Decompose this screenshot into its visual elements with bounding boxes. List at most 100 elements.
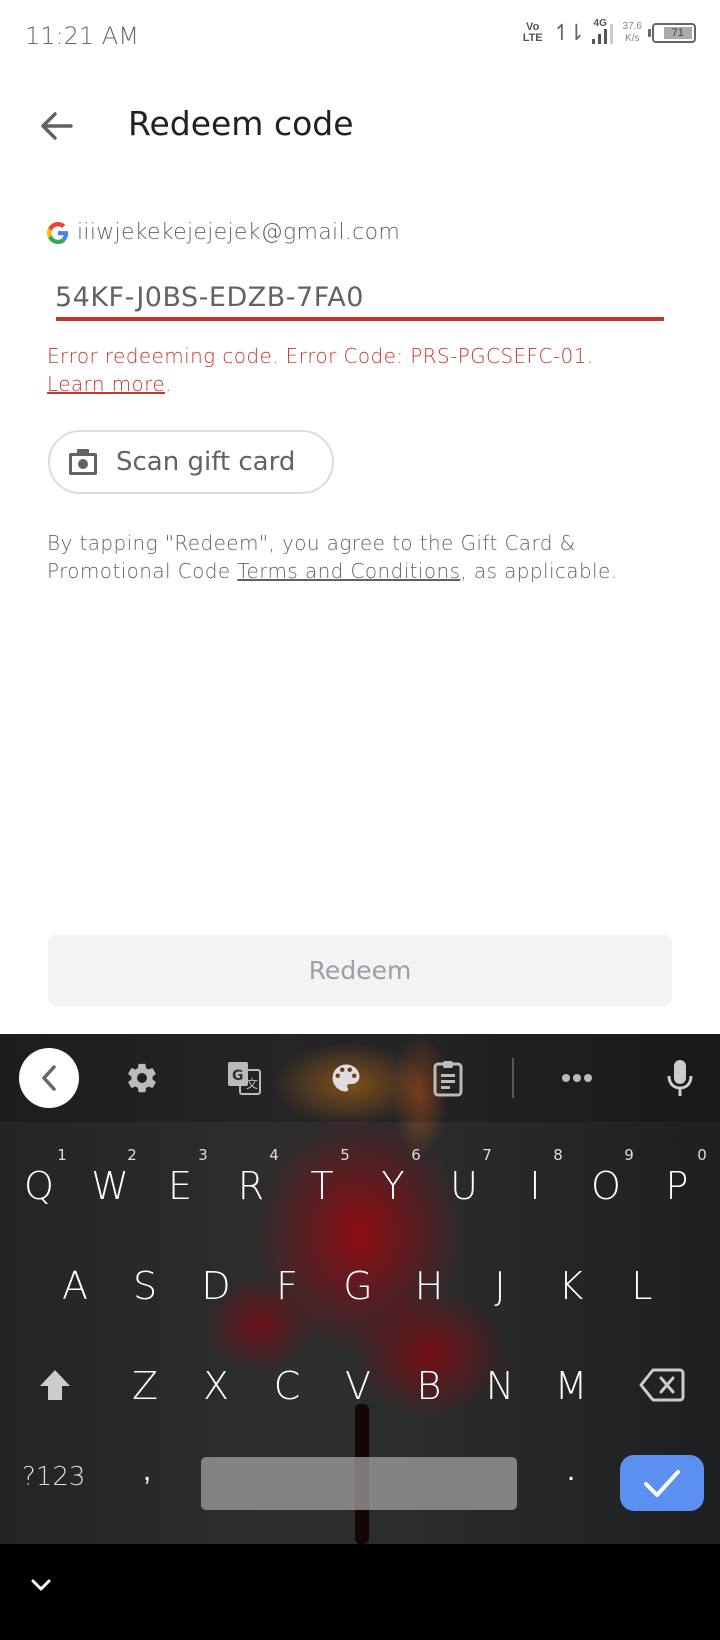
key-r[interactable]: R (218, 1164, 284, 1208)
signal-bar (591, 39, 595, 44)
key-hint: 2 (127, 1146, 137, 1164)
volte-bottom: LTE (522, 32, 543, 44)
scan-gift-card-button[interactable]: Scan gift card (48, 430, 334, 494)
key-hint: 6 (411, 1146, 421, 1164)
gear-icon (128, 1063, 156, 1093)
enter-key[interactable] (620, 1455, 704, 1511)
key-l[interactable]: L (609, 1264, 675, 1308)
key-hint: 8 (553, 1146, 563, 1164)
error-message: Error redeeming code. Error Code: PRS-PG… (47, 342, 687, 398)
backspace-key[interactable] (634, 1360, 690, 1410)
toolbar-settings-button[interactable] (112, 1048, 172, 1108)
key-t[interactable]: T (289, 1164, 355, 1208)
google-logo-icon (47, 221, 69, 244)
key-m[interactable]: M (538, 1364, 604, 1408)
keyboard: G 文 1 Q 2 W 3 E 4 R 5 T 6 Y 7 U 8 I 9 O … (0, 1034, 720, 1544)
key-d[interactable]: D (183, 1264, 249, 1308)
speed-unit: K/s (625, 33, 640, 44)
toolbar-clipboard-button[interactable] (418, 1048, 478, 1108)
signal-bar (603, 29, 607, 44)
battery-level: 71 (663, 27, 692, 39)
symbols-key[interactable]: ?123 (22, 1462, 85, 1492)
key-hint: 3 (198, 1146, 208, 1164)
battery-icon: 71 (648, 23, 696, 43)
arrow-back-icon (41, 112, 73, 140)
key-h[interactable]: H (396, 1264, 462, 1308)
key-o[interactable]: O (573, 1164, 639, 1208)
key-g[interactable]: G (325, 1264, 391, 1308)
network-speed: 37.6 K/s (623, 21, 642, 45)
page-title: Redeem code (128, 104, 354, 143)
camera-icon (69, 449, 97, 475)
space-bar[interactable] (201, 1457, 517, 1510)
clipboard-icon (433, 1061, 463, 1097)
key-s[interactable]: S (112, 1264, 178, 1308)
svg-text:G: G (232, 1068, 244, 1084)
scan-gift-card-label: Scan gift card (116, 447, 296, 477)
key-n[interactable]: N (467, 1364, 533, 1408)
key-hint: 5 (340, 1146, 350, 1164)
toolbar-voice-button[interactable] (650, 1048, 710, 1108)
key-i[interactable]: I (502, 1164, 568, 1208)
key-f[interactable]: F (254, 1264, 320, 1308)
palette-icon (332, 1064, 360, 1092)
toolbar-theme-button[interactable] (316, 1048, 376, 1108)
translate-icon: G 文 (228, 1062, 261, 1095)
more-horiz-icon (562, 1074, 592, 1082)
terms-suffix: , as applicable. (460, 559, 618, 583)
chevron-down-icon (31, 1579, 51, 1591)
key-u[interactable]: U (431, 1164, 497, 1208)
key-e[interactable]: E (147, 1164, 213, 1208)
error-message-text: Error redeeming code. Error Code: PRS-PG… (47, 344, 594, 368)
key-q[interactable]: Q (6, 1164, 72, 1208)
key-c[interactable]: C (254, 1364, 320, 1408)
toolbar-collapse-button[interactable] (19, 1048, 79, 1108)
shift-icon (40, 1370, 70, 1400)
svg-text:文: 文 (246, 1076, 258, 1091)
key-k[interactable]: K (538, 1264, 604, 1308)
toolbar-translate-button[interactable]: G 文 (214, 1048, 274, 1108)
key-hint: 1 (57, 1146, 67, 1164)
terms-link[interactable]: Terms and Conditions (237, 559, 460, 583)
comma-key[interactable]: , (132, 1454, 162, 1488)
key-x[interactable]: X (183, 1364, 249, 1408)
toolbar-divider (512, 1058, 514, 1098)
key-b[interactable]: B (396, 1364, 462, 1408)
data-activity-icon: ↿⇂ (552, 20, 586, 45)
key-p[interactable]: P (644, 1164, 710, 1208)
code-input-underline (56, 317, 664, 321)
speed-value: 37.6 (622, 21, 642, 32)
keyboard-toolbar: G 文 (0, 1034, 720, 1122)
error-suffix: . (165, 372, 172, 396)
terms-text: By tapping "Redeem", you agree to the Gi… (47, 529, 697, 585)
chevron-left-icon (41, 1065, 56, 1091)
status-icons: Vo LTE ↿⇂ 4G 37.6 K/s 71 (523, 18, 696, 46)
learn-more-link[interactable]: Learn more (47, 372, 165, 396)
toolbar-more-button[interactable] (547, 1048, 607, 1108)
redeem-button[interactable]: Redeem (48, 935, 672, 1006)
key-w[interactable]: W (77, 1164, 143, 1208)
period-key[interactable]: . (556, 1454, 586, 1488)
hide-keyboard-button[interactable] (26, 1570, 56, 1600)
network-type: 4G (593, 18, 607, 29)
signal-bar (609, 24, 613, 44)
signal-bar (597, 34, 601, 44)
key-a[interactable]: A (42, 1264, 108, 1308)
shift-key[interactable] (30, 1360, 80, 1410)
key-hint: 4 (269, 1146, 279, 1164)
key-hint: 7 (482, 1146, 492, 1164)
status-time: 11:21 AM (25, 22, 139, 50)
back-button[interactable] (36, 106, 76, 146)
key-v[interactable]: V (325, 1364, 391, 1408)
key-j[interactable]: J (467, 1264, 533, 1308)
backspace-icon (639, 1368, 685, 1402)
microphone-icon (667, 1060, 693, 1096)
key-hint: 9 (624, 1146, 634, 1164)
status-bar: 11:21 AM Vo LTE ↿⇂ 4G 37.6 K/s 71 (0, 0, 720, 72)
key-z[interactable]: Z (112, 1364, 178, 1408)
checkmark-icon (644, 1470, 680, 1497)
signal-icon: 4G (591, 18, 613, 44)
key-y[interactable]: Y (360, 1164, 426, 1208)
volte-icon: Vo LTE (523, 22, 543, 44)
code-input[interactable] (55, 272, 665, 322)
